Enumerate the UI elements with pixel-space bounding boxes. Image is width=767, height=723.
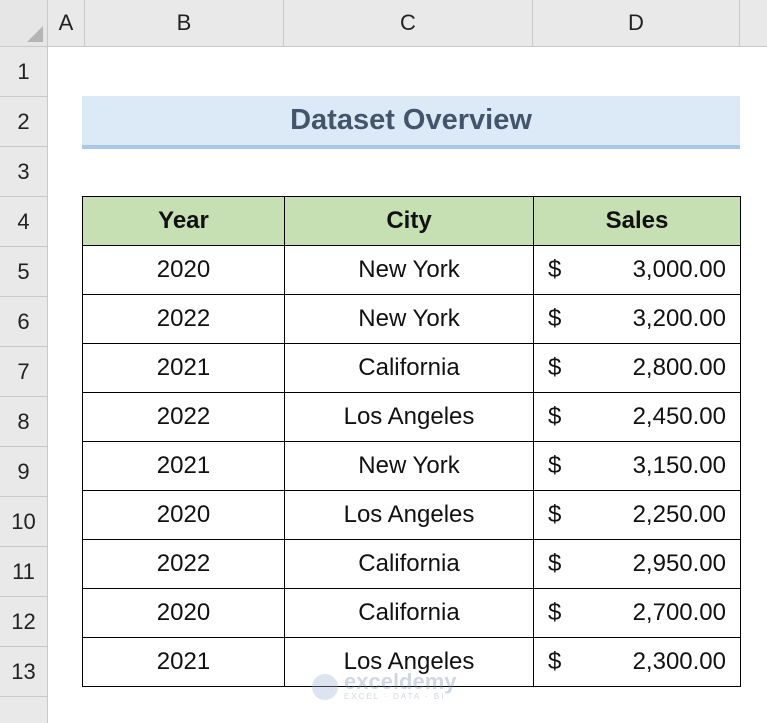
cell-year[interactable]: 2022 [82,294,285,344]
cell-city[interactable]: New York [284,441,534,491]
row-header-12[interactable]: 12 [0,597,48,647]
row-header-6[interactable]: 6 [0,297,48,347]
currency-symbol: $ [548,354,562,381]
table-row: 2022 New York $3,200.00 [82,294,741,344]
sales-amount: 3,150.00 [632,452,726,479]
table-row: 2020 Los Angeles $2,250.00 [82,490,741,540]
cell-year[interactable]: 2022 [82,392,285,442]
column-header-e[interactable] [740,0,767,47]
watermark-tagline: EXCEL · DATA · BI [344,692,446,701]
dataset-title-cell[interactable]: Dataset Overview [82,96,740,149]
row-header-4[interactable]: 4 [0,197,48,247]
currency-symbol: $ [548,550,562,577]
sales-table: Year City Sales 2020 New York $3,000.00 202… [82,196,741,687]
cell-year[interactable]: 2020 [82,245,285,295]
sales-amount: 2,300.00 [632,648,726,675]
cell-sales[interactable]: $2,250.00 [533,490,741,540]
cell-sales[interactable]: $3,150.00 [533,441,741,491]
cell-city[interactable]: California [284,588,534,638]
column-header-d[interactable]: D [533,0,740,47]
cell-sales[interactable]: $3,000.00 [533,245,741,295]
row-header-3[interactable]: 3 [0,147,48,197]
select-all-corner[interactable] [0,0,48,47]
column-header-a[interactable]: A [48,0,85,47]
row-header-13[interactable]: 13 [0,647,48,697]
currency-symbol: $ [548,305,562,332]
table-row: 2020 New York $3,000.00 [82,245,741,295]
table-header-row: Year City Sales [82,196,741,246]
currency-symbol: $ [548,452,562,479]
cell-year[interactable]: 2020 [82,490,285,540]
watermark-name: exceldemy [344,669,457,694]
cell-city[interactable]: New York [284,294,534,344]
row-header-2[interactable]: 2 [0,97,48,147]
row-header-11[interactable]: 11 [0,547,48,597]
header-sales[interactable]: Sales [533,196,741,246]
row-header-14[interactable] [0,697,48,723]
cell-year[interactable]: 2022 [82,539,285,589]
sales-amount: 3,000.00 [632,256,726,283]
sales-amount: 2,450.00 [632,403,726,430]
table-row: 2021 California $2,800.00 [82,343,741,393]
select-all-triangle-icon [27,26,43,42]
row-header-5[interactable]: 5 [0,247,48,297]
row-header-8[interactable]: 8 [0,397,48,447]
exceldemy-logo-icon [312,673,338,700]
row-header-10[interactable]: 10 [0,497,48,547]
table-body: 2020 New York $3,000.00 2022 New York $3,200.… [82,245,741,687]
header-city[interactable]: City [284,196,534,246]
cell-city[interactable]: California [284,343,534,393]
cell-year[interactable]: 2021 [82,343,285,393]
sales-amount: 3,200.00 [632,305,726,332]
currency-symbol: $ [548,403,562,430]
cell-city[interactable]: Los Angeles [284,392,534,442]
table-row: 2021 New York $3,150.00 [82,441,741,491]
column-header-c[interactable]: C [284,0,533,47]
table-row: 2022 Los Angeles $2,450.00 [82,392,741,442]
table-row: 2022 California $2,950.00 [82,539,741,589]
sales-amount: 2,700.00 [632,599,726,626]
header-year[interactable]: Year [82,196,285,246]
cell-city[interactable]: California [284,539,534,589]
table-row: 2020 California $2,700.00 [82,588,741,638]
watermark: exceldemy EXCEL · DATA · BI [312,669,457,701]
column-header-b[interactable]: B [85,0,284,47]
sales-amount: 2,950.00 [632,550,726,577]
sales-amount: 2,250.00 [632,501,726,528]
row-header-1[interactable]: 1 [0,47,48,97]
sales-amount: 2,800.00 [632,354,726,381]
cell-sales[interactable]: $2,300.00 [533,637,741,687]
cell-year[interactable]: 2020 [82,588,285,638]
currency-symbol: $ [548,501,562,528]
cell-city[interactable]: Los Angeles [284,490,534,540]
cell-sales[interactable]: $2,450.00 [533,392,741,442]
cell-sales[interactable]: $3,200.00 [533,294,741,344]
currency-symbol: $ [548,648,562,675]
row-header-9[interactable]: 9 [0,447,48,497]
cell-sales[interactable]: $2,950.00 [533,539,741,589]
cell-sales[interactable]: $2,800.00 [533,343,741,393]
currency-symbol: $ [548,599,562,626]
currency-symbol: $ [548,256,562,283]
cell-year[interactable]: 2021 [82,637,285,687]
cell-year[interactable]: 2021 [82,441,285,491]
cell-sales[interactable]: $2,700.00 [533,588,741,638]
cell-city[interactable]: New York [284,245,534,295]
row-header-7[interactable]: 7 [0,347,48,397]
